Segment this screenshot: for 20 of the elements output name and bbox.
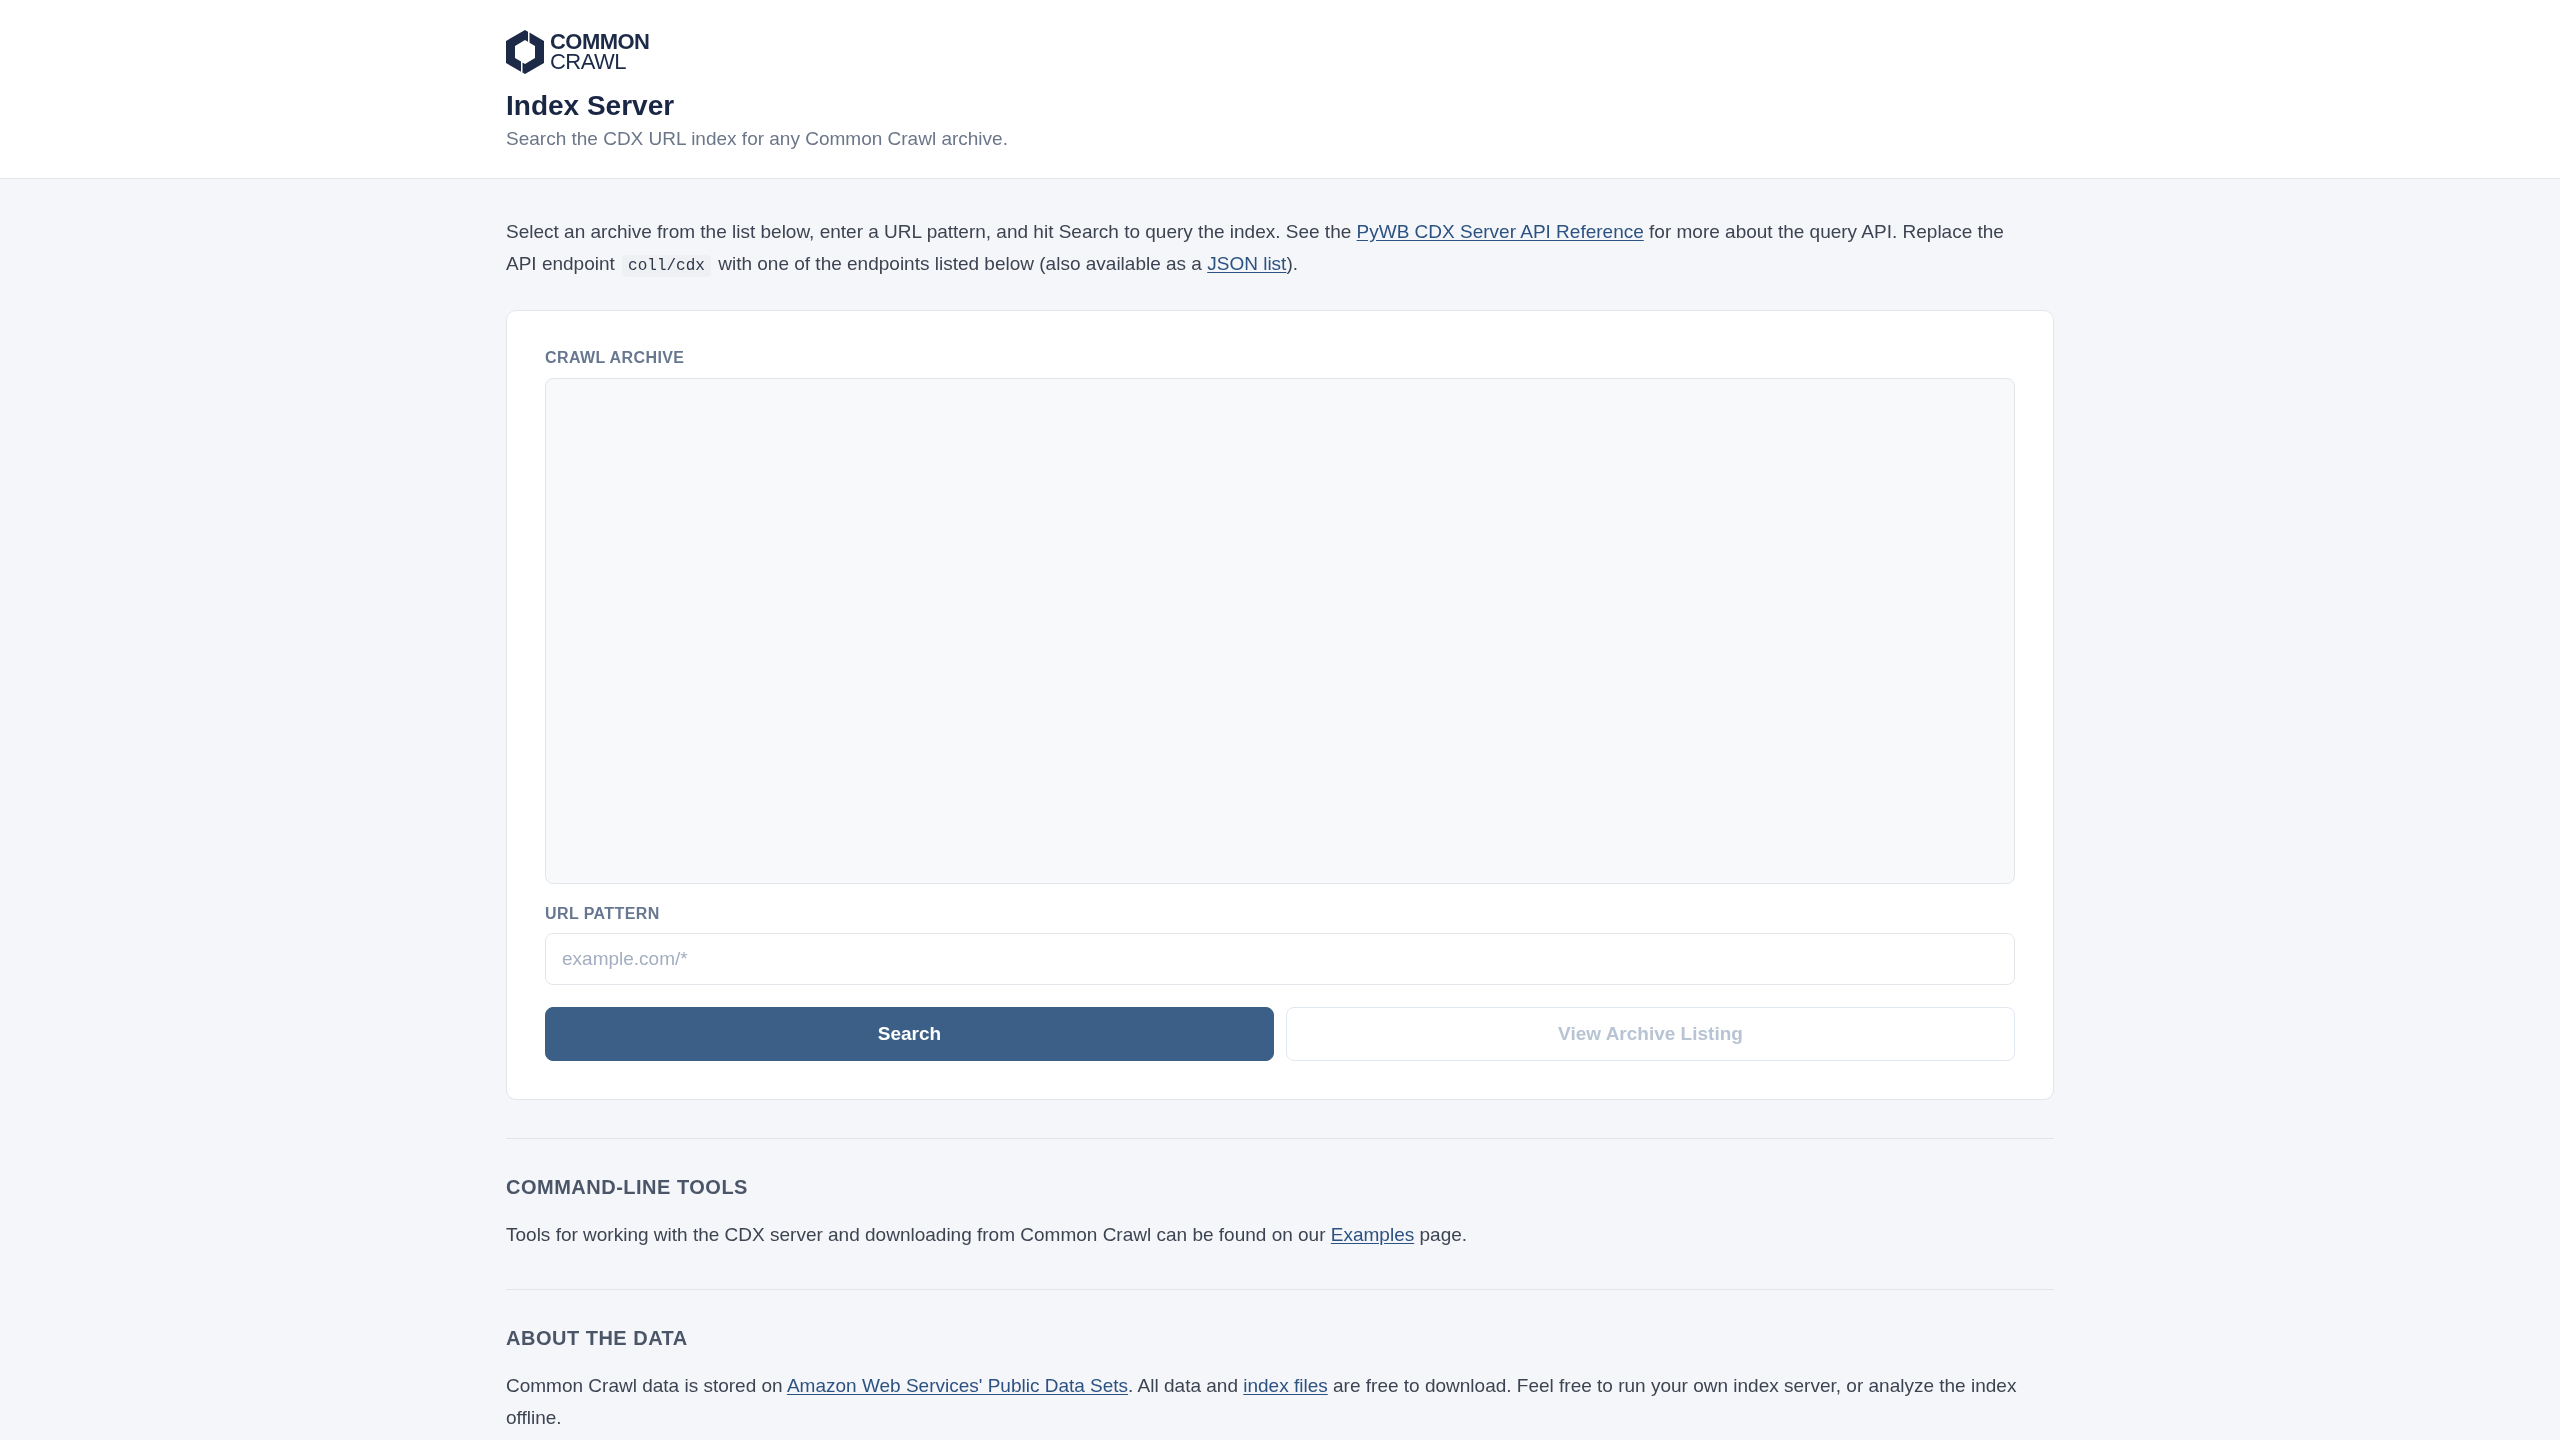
link[interactable]: Examples	[1330, 1224, 1415, 1245]
search-button[interactable]: Search	[545, 1007, 1274, 1061]
intro-paragraph: Select an archive from the list below, enter a URL pattern, and hit Search to query the index. See the PyWB CDX Server API Reference for more about the query API. Replace the API endpoint coll/cdx with one of the endpoints listed below (also available as a JSON list).	[506, 220, 2005, 279]
url-pattern-input[interactable]: example.com/*	[545, 933, 2015, 985]
archive-list-field[interactable]	[545, 378, 2015, 884]
field-label: CRAWL ARCHIVE	[545, 348, 686, 368]
link[interactable]: index files	[1243, 1375, 1328, 1396]
page-title: Index Server	[506, 89, 676, 123]
page-subtitle: Search the CDX URL index for any Common Crawl archive.	[506, 127, 1009, 151]
hexagon-logo-icon	[506, 30, 544, 74]
section-heading: COMMAND-LINE TOOLS	[506, 1175, 749, 1200]
field-label: URL PATTERN	[545, 904, 661, 924]
link[interactable]: Amazon Web Services' Public Data Sets	[786, 1375, 1129, 1396]
logo-wordmark: COMMON CRAWL	[550, 32, 650, 72]
link[interactable]: JSON list	[1207, 253, 1287, 274]
section-paragraph: Tools for working with the CDX server and downloading from Common Crawl can be found on our Examples page.	[506, 1223, 1469, 1247]
link[interactable]: PyWB CDX Server API Reference	[1356, 221, 1644, 242]
section-paragraph: Common Crawl data is stored on Amazon Web Services' Public Data Sets. All data and index files are free to download. Feel free to run your own index server, or analyze the index offline.	[506, 1374, 2018, 1430]
code-snippet: coll/cdx	[622, 255, 711, 277]
section-heading: ABOUT THE DATA	[506, 1326, 689, 1351]
